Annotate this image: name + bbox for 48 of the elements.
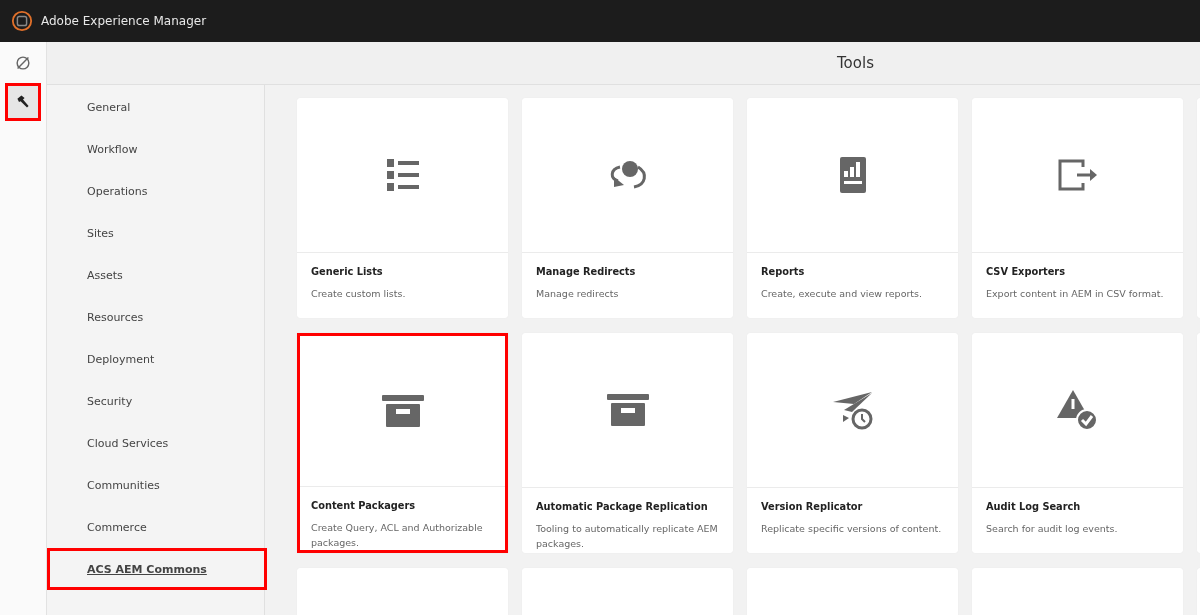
list-icon — [385, 158, 420, 192]
sidebar-item[interactable]: Cloud Services — [47, 422, 264, 464]
sidebar-item[interactable]: Assets — [47, 254, 264, 296]
sidebar-item[interactable]: Sites — [47, 212, 264, 254]
card-description: Search for audit log events. — [986, 522, 1119, 536]
tool-card[interactable]: Automatic Package Replication Tooling to automatically replicate AEM packages. — [522, 333, 733, 553]
tool-card[interactable]: Audit Log Search Search for audit log events. — [972, 333, 1183, 553]
tool-card[interactable]: Content Packagers Create Query, ACL and Authorizable packages. — [297, 333, 508, 553]
logo-icon — [11, 10, 33, 32]
card-description: Create, execute and view reports. — [761, 287, 924, 301]
tool-card[interactable]: CSV Exporters Export content in AEM in CSV format. — [972, 98, 1183, 318]
sidebar-item[interactable]: Security — [47, 380, 264, 422]
card-description: Replicate specific versions of content. — [761, 522, 943, 536]
card-description: Export content in AEM in CSV format. — [986, 287, 1165, 301]
sidebar-item[interactable]: Workflow — [47, 128, 264, 170]
card-title: CSV Exporters — [986, 266, 1066, 277]
card-description: Create custom lists. — [311, 287, 407, 301]
sidebar-item[interactable]: General — [47, 86, 264, 128]
archive-box-icon — [381, 395, 424, 427]
compass-icon — [14, 54, 32, 72]
tool-card[interactable]: Generic Lists Create custom lists. — [297, 98, 508, 318]
sidebar-item[interactable]: Communities — [47, 464, 264, 506]
sidebar-item[interactable]: Operations — [47, 170, 264, 212]
report-icon — [839, 157, 866, 193]
archive-box-icon — [606, 394, 649, 426]
sidebar-item[interactable]: Resources — [47, 296, 264, 338]
tool-card[interactable]: Version Replicator Replicate specific versions of content. — [747, 333, 958, 553]
sidebar-item[interactable]: ACS AEM Commons — [47, 548, 267, 590]
tool-card[interactable]: Manage Redirects Manage redirects — [522, 98, 733, 318]
app-title: Adobe Experience Manager — [41, 14, 207, 28]
card-description: Create Query, ACL and Authorizable packages. — [311, 521, 484, 550]
sidebar-item[interactable]: Deployment — [47, 338, 264, 380]
card-description: Manage redirects — [536, 287, 620, 301]
export-icon — [1056, 158, 1099, 192]
card-title: Version Replicator — [761, 501, 864, 512]
alert-check-icon — [1056, 390, 1099, 430]
sidebar-item[interactable]: Commerce — [47, 506, 264, 548]
card-title: Manage Redirects — [536, 266, 637, 277]
card-title: Generic Lists — [311, 266, 384, 277]
card-title: Reports — [761, 266, 806, 277]
page-title: Tools — [837, 54, 874, 72]
card-description: Tooling to automatically replicate AEM packages. — [536, 522, 719, 551]
card-title: Automatic Package Replication — [536, 501, 709, 512]
tool-card[interactable]: Reports Create, execute and view reports. — [747, 98, 958, 318]
card-title: Content Packagers — [311, 500, 417, 511]
tools-button[interactable] — [5, 83, 41, 121]
hammer-icon — [15, 94, 31, 110]
card-title: Audit Log Search — [986, 501, 1082, 512]
